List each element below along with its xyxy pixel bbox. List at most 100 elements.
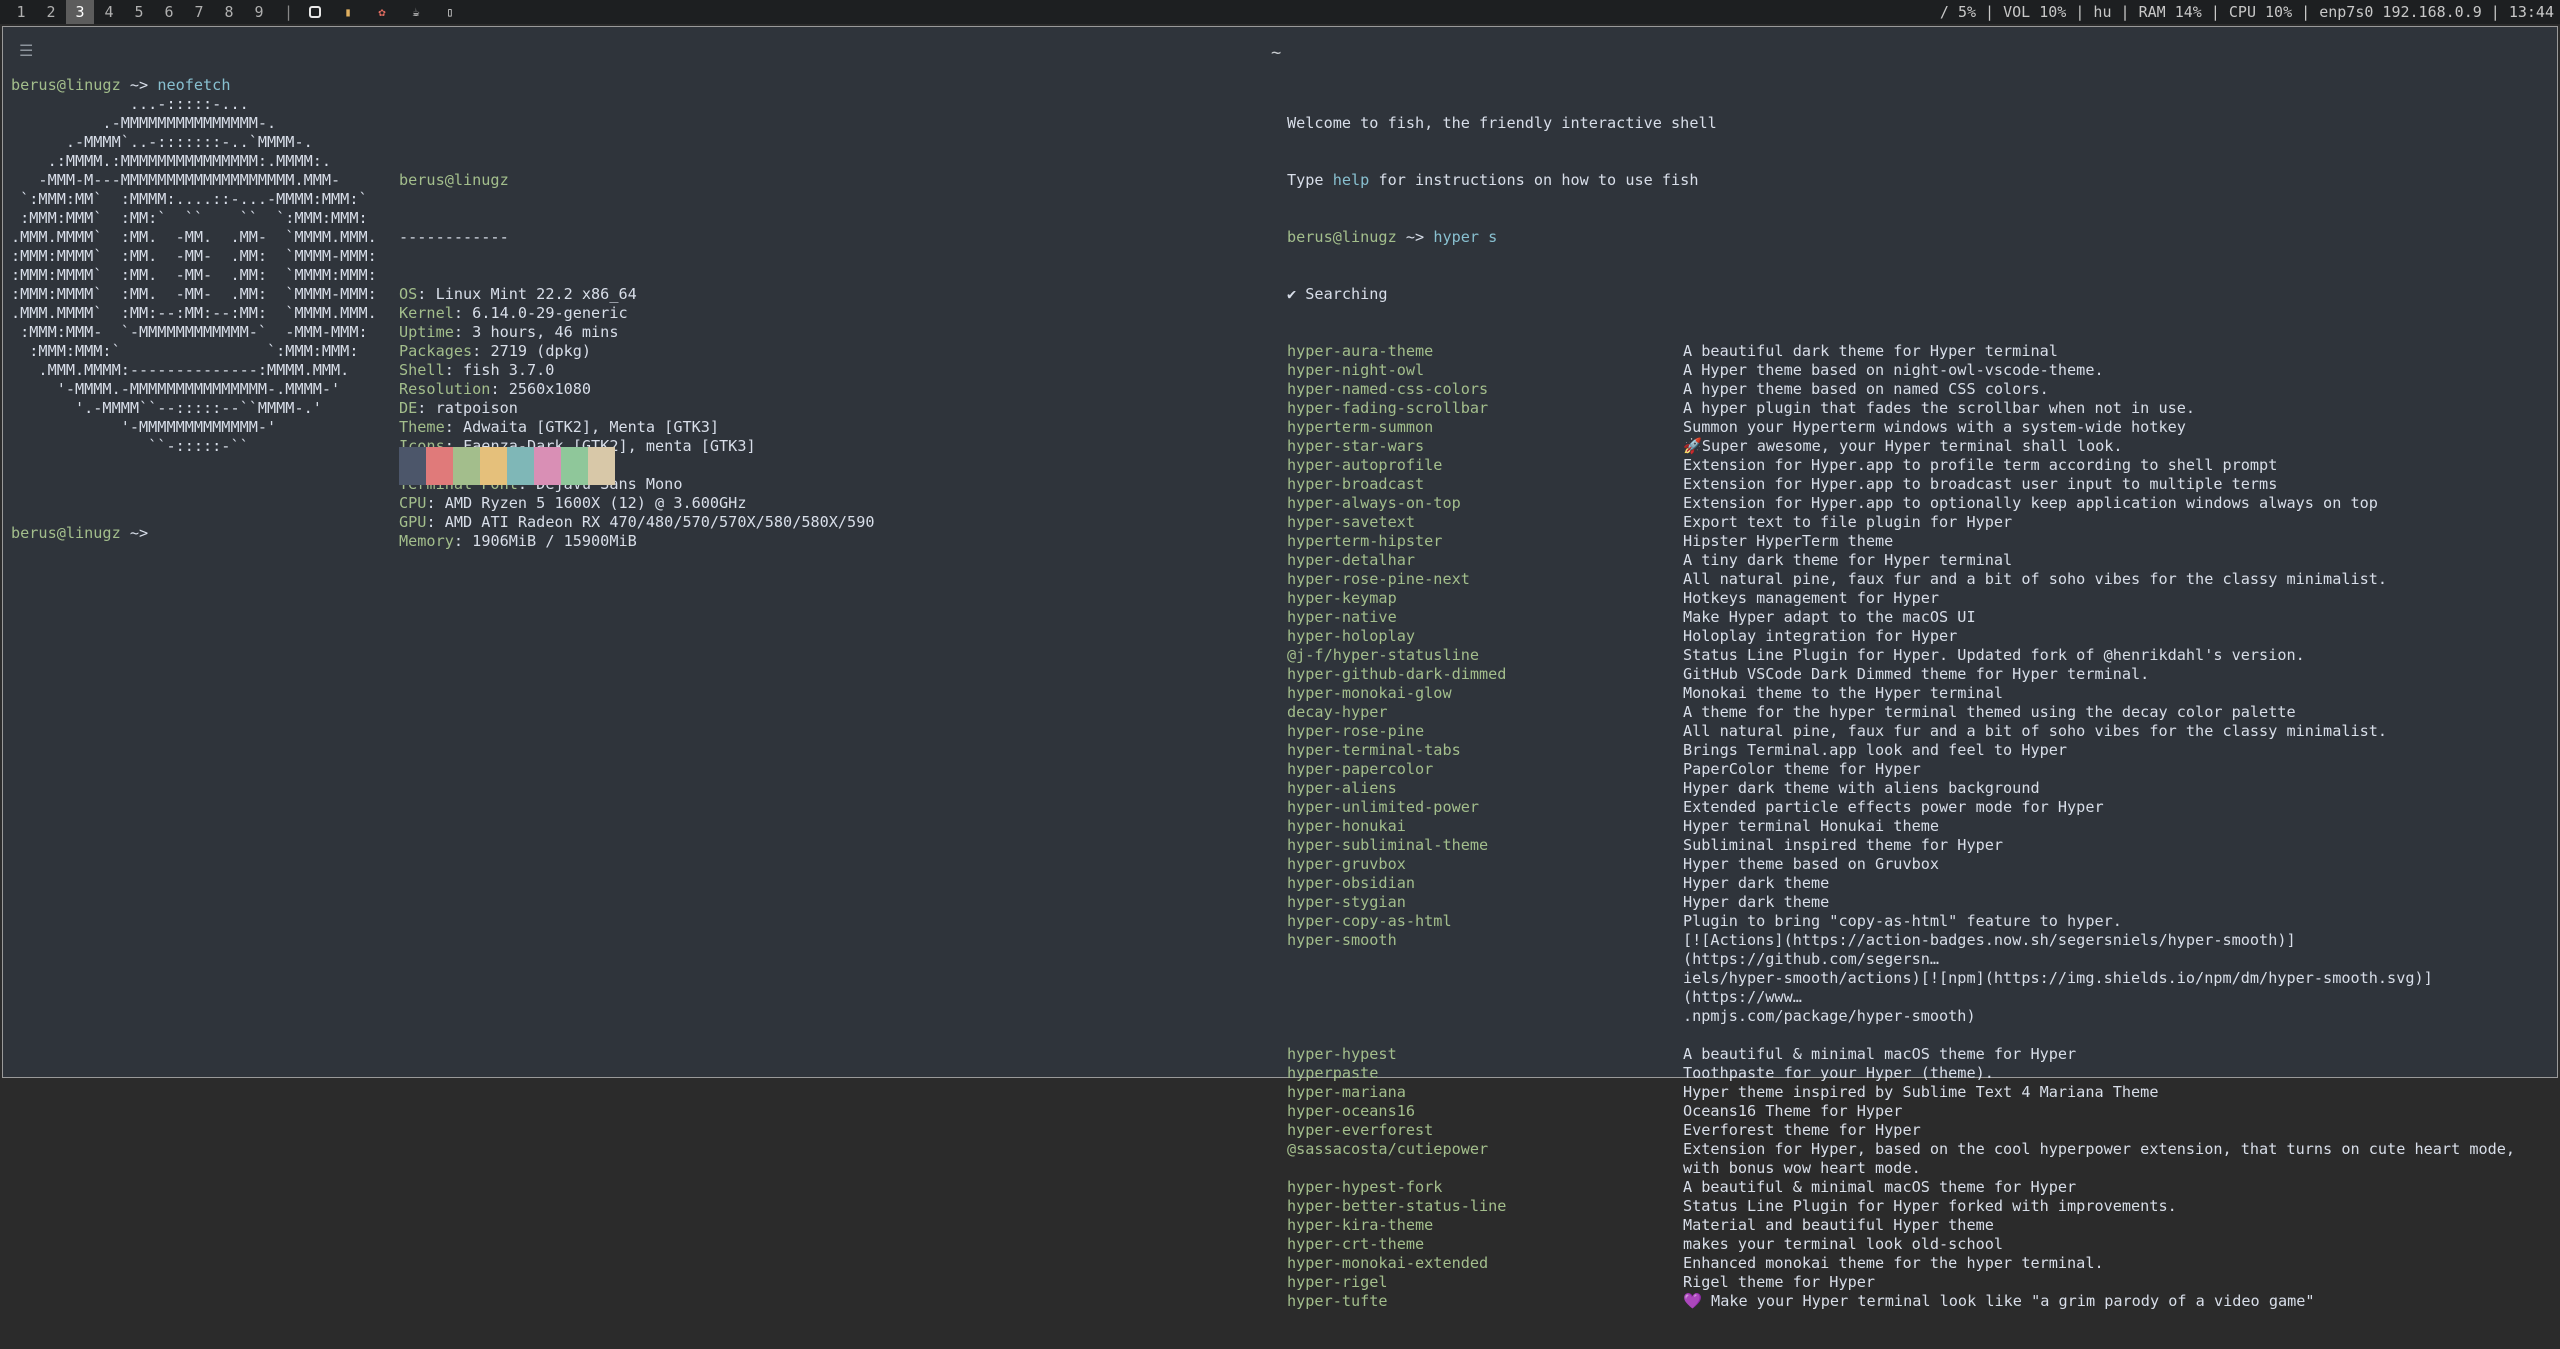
workspace-5[interactable]: 5 [124, 0, 154, 24]
package-name: hyper-rose-pine-next [1287, 570, 1470, 588]
result-row: hyper-subliminal-theme Subliminal inspire… [1287, 836, 2549, 855]
package-description: PaperColor theme for Hyper [1683, 760, 1921, 778]
package-description: Monokai theme to the Hyper terminal [1683, 684, 2004, 702]
package-name: hyper-github-dark-dimmed [1287, 665, 1507, 683]
clipboard-icon[interactable]: ▮ [341, 5, 355, 19]
package-description: Hyper theme inspired by Sublime Text 4 M… [1683, 1083, 2159, 1101]
result-row: hyper-keymap Hotkeys management for Hyper [1287, 589, 2549, 608]
package-description: Holoplay integration for Hyper [1683, 627, 1958, 645]
package-description: All natural pine, faux fur and a bit of … [1683, 722, 2388, 740]
result-row: hyper-everforest Everforest theme for Hyp… [1287, 1121, 2549, 1140]
package-description: Status Line Plugin for Hyper. Updated fo… [1683, 646, 2305, 664]
package-name: hyperterm-summon [1287, 418, 1434, 436]
workspace-8[interactable]: 8 [214, 0, 244, 24]
info-title: berus@linugz [399, 171, 509, 189]
package-name: hyper-hypest [1287, 1045, 1397, 1063]
workspace-6[interactable]: 6 [154, 0, 184, 24]
right-pane: Welcome to fish, the friendly interactiv… [1287, 76, 2549, 1349]
package-description: Extension for Hyper.app to broadcast use… [1683, 475, 2278, 493]
logo-line: '.-MMMM``--:::::--``MMMM-.' [11, 399, 322, 417]
left-prompt-2[interactable]: berus@linugz ~> [11, 524, 148, 543]
result-row: hyper-named-css-colors A hyper theme base… [1287, 380, 2549, 399]
color-swatch [588, 447, 615, 485]
package-description: Material and beautiful Hyper theme [1683, 1216, 1994, 1234]
logo-line: :MMM:MMMM` :MM. -MM- .MM: `MMMM:MMM: [11, 266, 377, 284]
package-description: Summon your Hyperterm windows with a sys… [1683, 418, 2186, 436]
logo-line: .-MMMM`..-:::::::-..`MMMM-. [11, 133, 313, 151]
info-value: AMD ATI Radeon RX 470/480/570/570X/580/5… [444, 513, 875, 531]
terminal-header: ☰ ~ [3, 27, 2557, 79]
info-line: DE: ratpoison [399, 399, 518, 417]
package-name: hyper-star-wars [1287, 437, 1425, 455]
result-row: hyper-star-wars 🚀Super awesome, your Hype… [1287, 437, 2549, 456]
result-row: hyper-savetext Export text to file plugin… [1287, 513, 2549, 532]
workspace-3[interactable]: 3 [66, 0, 94, 24]
package-name: hyper-obsidian [1287, 874, 1416, 892]
result-row: hyper-stygian Hyper dark theme [1287, 893, 2549, 912]
package-description: Extended particle effects power mode for… [1683, 798, 2104, 816]
workspace-9[interactable]: 9 [244, 0, 274, 24]
logo-line: :MMM:MMM` :MM:` `` `` `:MMM:MMM: [11, 209, 368, 227]
package-name: hyper-unlimited-power [1287, 798, 1480, 816]
battery-icon[interactable]: ▯ [443, 5, 457, 19]
result-row: hyper-obsidian Hyper dark theme [1287, 874, 2549, 893]
package-description: Oceans16 Theme for Hyper [1683, 1102, 1903, 1120]
package-description: Extension for Hyper, based on the cool h… [1683, 1140, 2516, 1177]
result-row: hyper-oceans16 Oceans16 Theme for Hyper [1287, 1102, 2549, 1121]
window-icon[interactable] [309, 6, 322, 18]
package-name: hyper-native [1287, 608, 1397, 626]
searching-line: ✔ Searching [1287, 285, 1388, 303]
package-name: hyper-savetext [1287, 513, 1416, 531]
color-swatch [561, 447, 588, 485]
package-description: Extension for Hyper.app to profile term … [1683, 456, 2278, 474]
package-name: hyper-detalhar [1287, 551, 1416, 569]
color-swatch [399, 447, 426, 485]
info-key: OS [399, 285, 418, 303]
package-name: hyper-papercolor [1287, 760, 1434, 778]
package-name: hyper-gruvbox [1287, 855, 1406, 873]
package-name: hyper-subliminal-theme [1287, 836, 1489, 854]
package-name: hyper-stygian [1287, 893, 1406, 911]
result-row: hyper-holoplay Holoplay integration for H… [1287, 627, 2549, 646]
terminal-window[interactable]: ☰ ~ berus@linugz ~> neofetch ...-:::::-.… [2, 26, 2558, 1310]
workspace-7[interactable]: 7 [184, 0, 214, 24]
menu-icon[interactable]: ☰ [19, 41, 33, 60]
package-name: hyper-tufte [1287, 1292, 1388, 1310]
package-description: Hyper dark theme [1683, 893, 1830, 911]
info-value: 1906MiB / 15900MiB [472, 532, 637, 550]
info-line: Packages: 2719 (dpkg) [399, 342, 592, 360]
workspace-1[interactable]: 1 [6, 0, 36, 24]
info-value: Linux Mint 22.2 x86_64 [435, 285, 637, 303]
package-description: All natural pine, faux fur and a bit of … [1683, 570, 2388, 588]
neofetch-logo: ...-:::::-... .-MMMMMMMMMMMMMMM-. .-MMMM… [11, 95, 377, 456]
cup-icon[interactable]: ☕ [409, 5, 423, 19]
color-swatch [426, 447, 453, 485]
logo-line: .MMM.MMMM:--------------:MMMM.MMM. [11, 361, 350, 379]
package-description: Export text to file plugin for Hyper [1683, 513, 2013, 531]
package-description: makes your terminal look old-school [1683, 1235, 2004, 1253]
workspace-4[interactable]: 4 [94, 0, 124, 24]
system-tray: ▮ ✿ ☕ ▯ [309, 5, 457, 19]
workspace-2[interactable]: 2 [36, 0, 66, 24]
result-row: decay-hyper A theme for the hyper termina… [1287, 703, 2549, 722]
right-prompt: berus@linugz ~> hyper s [1287, 228, 2549, 247]
package-name: hyper-fading-scrollbar [1287, 399, 1489, 417]
package-name: hyper-kira-theme [1287, 1216, 1434, 1234]
help-post: for instructions on how to use fish [1369, 171, 1699, 189]
info-key: Shell [399, 361, 445, 379]
result-row: hyper-night-owl A Hyper theme based on ni… [1287, 361, 2549, 380]
package-description: Rigel theme for Hyper [1683, 1273, 1876, 1291]
result-row: hyper-copy-as-html Plugin to bring "copy-… [1287, 912, 2549, 931]
info-value: 6.14.0-29-generic [472, 304, 628, 322]
package-description: Brings Terminal.app look and feel to Hyp… [1683, 741, 2068, 759]
package-name: hyperterm-hipster [1287, 532, 1443, 550]
status-text: / 5% | VOL 10% | hu | RAM 14% | CPU 10% … [1939, 3, 2554, 21]
package-name: @j-f/hyper-statusline [1287, 646, 1480, 664]
color-swatch [507, 447, 534, 485]
result-row: hyper-monokai-glow Monokai theme to the H… [1287, 684, 2549, 703]
color-swatch [480, 447, 507, 485]
package-name: hyper-keymap [1287, 589, 1397, 607]
result-row: hyper-gruvbox Hyper theme based on Gruvbo… [1287, 855, 2549, 874]
tools-icon[interactable]: ✿ [375, 5, 389, 19]
logo-line: .MMM.MMMM` :MM:--:MM:--:MM: `MMMM.MMM. [11, 304, 377, 322]
